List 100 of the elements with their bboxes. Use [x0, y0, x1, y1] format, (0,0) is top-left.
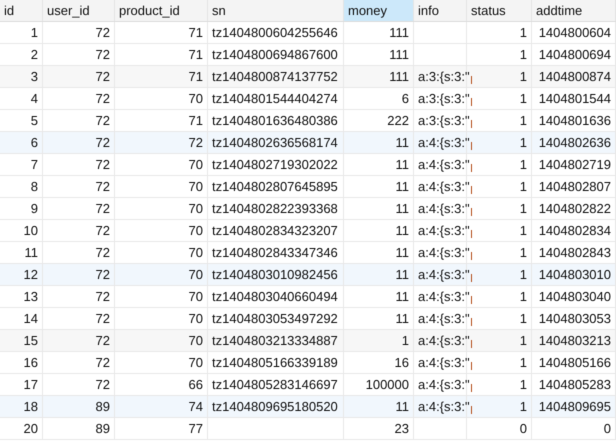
table-cell-text: 1 — [520, 178, 527, 196]
column-header[interactable]: addtime — [532, 0, 616, 21]
table-cell-text: 72 — [96, 178, 110, 196]
table-cell-text: a:4:{s:3:" — [418, 200, 470, 218]
table-cell-text: tz1404805283146697 — [212, 376, 338, 394]
table-cell-text: tz1404809695180520 — [212, 398, 338, 416]
table-cell-text: 17 — [24, 376, 38, 394]
column-header[interactable]: sn — [208, 0, 344, 21]
table-cell-text: 72 — [96, 288, 110, 306]
table-cell-text: 70 — [188, 244, 203, 262]
table-cell-text: a:4:{s:3:" — [418, 178, 470, 196]
table-cell-text: 6 — [30, 134, 38, 152]
table-cell-text: tz1404801636480386 — [212, 112, 338, 130]
table-cell-text: 16 — [24, 354, 38, 372]
table-cell-text: 222 — [387, 112, 409, 130]
table-cell-text: 5 — [30, 112, 38, 130]
column-header[interactable]: id — [0, 0, 43, 21]
table-row[interactable]: 8 72 70 tz1404802807645895 11 a:4:{s:3:" 1 1404802807 — [0, 176, 616, 198]
table-cell-text: 72 — [96, 376, 110, 394]
table-cell-text: 72 — [188, 134, 203, 152]
table-cell-text: 1 — [520, 244, 527, 262]
table-cell-text: 2 — [30, 46, 38, 64]
table-cell-text: 11 — [396, 266, 409, 284]
table-cell-text: 11 — [396, 178, 409, 196]
table-cell-text: 15 — [24, 332, 38, 350]
table-cell-text: tz1404802719302022 — [212, 156, 338, 174]
table-cell-text: 70 — [188, 266, 203, 284]
table-cell-text: 1 — [520, 24, 527, 42]
table-cell-text: 1404803040 — [538, 288, 611, 306]
column-header[interactable]: status — [467, 0, 532, 21]
table-cell-text: a:4:{s:3:" — [418, 222, 470, 240]
table-cell-text: a:4:{s:3:" — [418, 288, 470, 306]
table-cell-text: tz1404805166339189 — [212, 354, 338, 372]
table-cell-text: 77 — [188, 420, 203, 438]
table-cell-text: 12 — [24, 266, 38, 284]
table-row[interactable]: 11 72 70 tz1404802843347346 11 a:4:{s:3:" 1 1404802843 — [0, 242, 616, 264]
table-cell-text: 71 — [188, 68, 203, 86]
table-cell-text: tz1404802822393368 — [212, 200, 338, 218]
table-row[interactable]: 16 72 70 tz1404805166339189 16 a:4:{s:3:" 1 1404805166 — [0, 352, 616, 374]
table-cell-text: tz1404803213334887 — [212, 332, 338, 350]
table-cell-text: 11 — [396, 134, 409, 152]
table-cell-text: 13 — [24, 288, 38, 306]
table-cell-text: 1 — [520, 288, 527, 306]
table-cell-text: 70 — [188, 222, 203, 240]
table-cell-text: 9 — [30, 200, 38, 218]
table-cell-text: 1404802719 — [538, 156, 611, 174]
table-cell-text: 70 — [188, 178, 203, 196]
table-cell-text: 72 — [96, 90, 110, 108]
table-cell-text: 111 — [389, 68, 409, 86]
table-cell-text: 8 — [30, 178, 38, 196]
table-cell-text: 4 — [30, 90, 38, 108]
column-header[interactable]: info — [414, 0, 467, 21]
table-row[interactable]: 20 89 77 23 0 0 — [0, 418, 616, 440]
table-cell-text: 11 — [396, 156, 409, 174]
table-row[interactable]: 6 72 72 tz1404802636568174 11 a:4:{s:3:" 1 1404802636 — [0, 132, 616, 154]
table-cell-text: a:4:{s:3:" — [418, 398, 470, 416]
table-row[interactable]: 2 72 71 tz1404800694867600 111 1 1404800694 — [0, 44, 616, 66]
table-cell-text: 1 — [30, 24, 38, 42]
table-cell-text: 1 — [520, 68, 527, 86]
table-cell-text: 71 — [188, 24, 203, 42]
table-cell-text: 1 — [520, 332, 527, 350]
table-row[interactable]: 13 72 70 tz1404803040660494 11 a:4:{s:3:" 1 1404803040 — [0, 286, 616, 308]
table-cell-text: tz1404802807645895 — [212, 178, 338, 196]
table-cell-text: a:4:{s:3:" — [418, 376, 470, 394]
table-cell-text: 1 — [520, 310, 527, 328]
table-row[interactable]: 1 72 71 tz1404800604255646 111 1 1404800604 — [0, 22, 616, 44]
table-row[interactable]: 4 72 70 tz1404801544404274 6 a:3:{s:3:" 1 1404801544 — [0, 88, 616, 110]
table-row[interactable]: 9 72 70 tz1404802822393368 11 a:4:{s:3:" 1 1404802822 — [0, 198, 616, 220]
table-cell-text: 0 — [520, 420, 527, 438]
table-cell-text: 70 — [188, 332, 203, 350]
column-header[interactable]: money — [344, 0, 414, 21]
table-row[interactable]: 12 72 70 tz1404803010982456 11 a:4:{s:3:" 1 1404803010 — [0, 264, 616, 286]
table-cell-text: 89 — [96, 398, 110, 416]
table-cell-text: 71 — [188, 112, 203, 130]
table-row[interactable]: 14 72 70 tz1404803053497292 11 a:4:{s:3:" 1 1404803053 — [0, 308, 616, 330]
table-row[interactable]: 5 72 71 tz1404801636480386 222 a:3:{s:3:" 1 1404801636 — [0, 110, 616, 132]
table-cell-text: 1404802807 — [538, 178, 611, 196]
table-row[interactable]: 18 89 74 tz1404809695180520 11 a:4:{s:3:" 1 1404809695 — [0, 396, 616, 418]
table-cell-text: 1404803213 — [538, 332, 611, 350]
table-row[interactable]: 17 72 66 tz1404805283146697 100000 a:4:{s:3:" 1 1404805283 — [0, 374, 616, 396]
table-row[interactable]: 15 72 70 tz1404803213334887 1 a:4:{s:3:" 1 1404803213 — [0, 330, 616, 352]
column-header[interactable]: product_id — [115, 0, 208, 21]
column-header[interactable]: user_id — [43, 0, 115, 21]
table-cell-text: 1 — [402, 332, 409, 350]
table-cell-text: 1 — [520, 354, 527, 372]
table-row[interactable]: 7 72 70 tz1404802719302022 11 a:4:{s:3:" 1 1404802719 — [0, 154, 616, 176]
table-cell-text: 1 — [520, 398, 527, 416]
table-cell-text: tz1404802636568174 — [212, 134, 338, 152]
table-cell-text: a:4:{s:3:" — [418, 310, 470, 328]
table-cell-text: 72 — [96, 156, 110, 174]
table-cell-text: 1404802834 — [538, 222, 611, 240]
table-cell-text: 70 — [188, 310, 203, 328]
table-row[interactable]: 3 72 71 tz1404800874137752 111 a:3:{s:3:" 1 1404800874 — [0, 66, 616, 88]
table-row[interactable]: 10 72 70 tz1404802834323207 11 a:4:{s:3:" 1 1404802834 — [0, 220, 616, 242]
table-cell-text: 70 — [188, 90, 203, 108]
table-cell-text: a:4:{s:3:" — [418, 244, 470, 262]
table-cell-text: 1404803053 — [538, 310, 611, 328]
table-cell-text: 72 — [96, 24, 110, 42]
table-cell-text: a:4:{s:3:" — [418, 156, 470, 174]
table-cell-text: tz1404800604255646 — [212, 24, 338, 42]
